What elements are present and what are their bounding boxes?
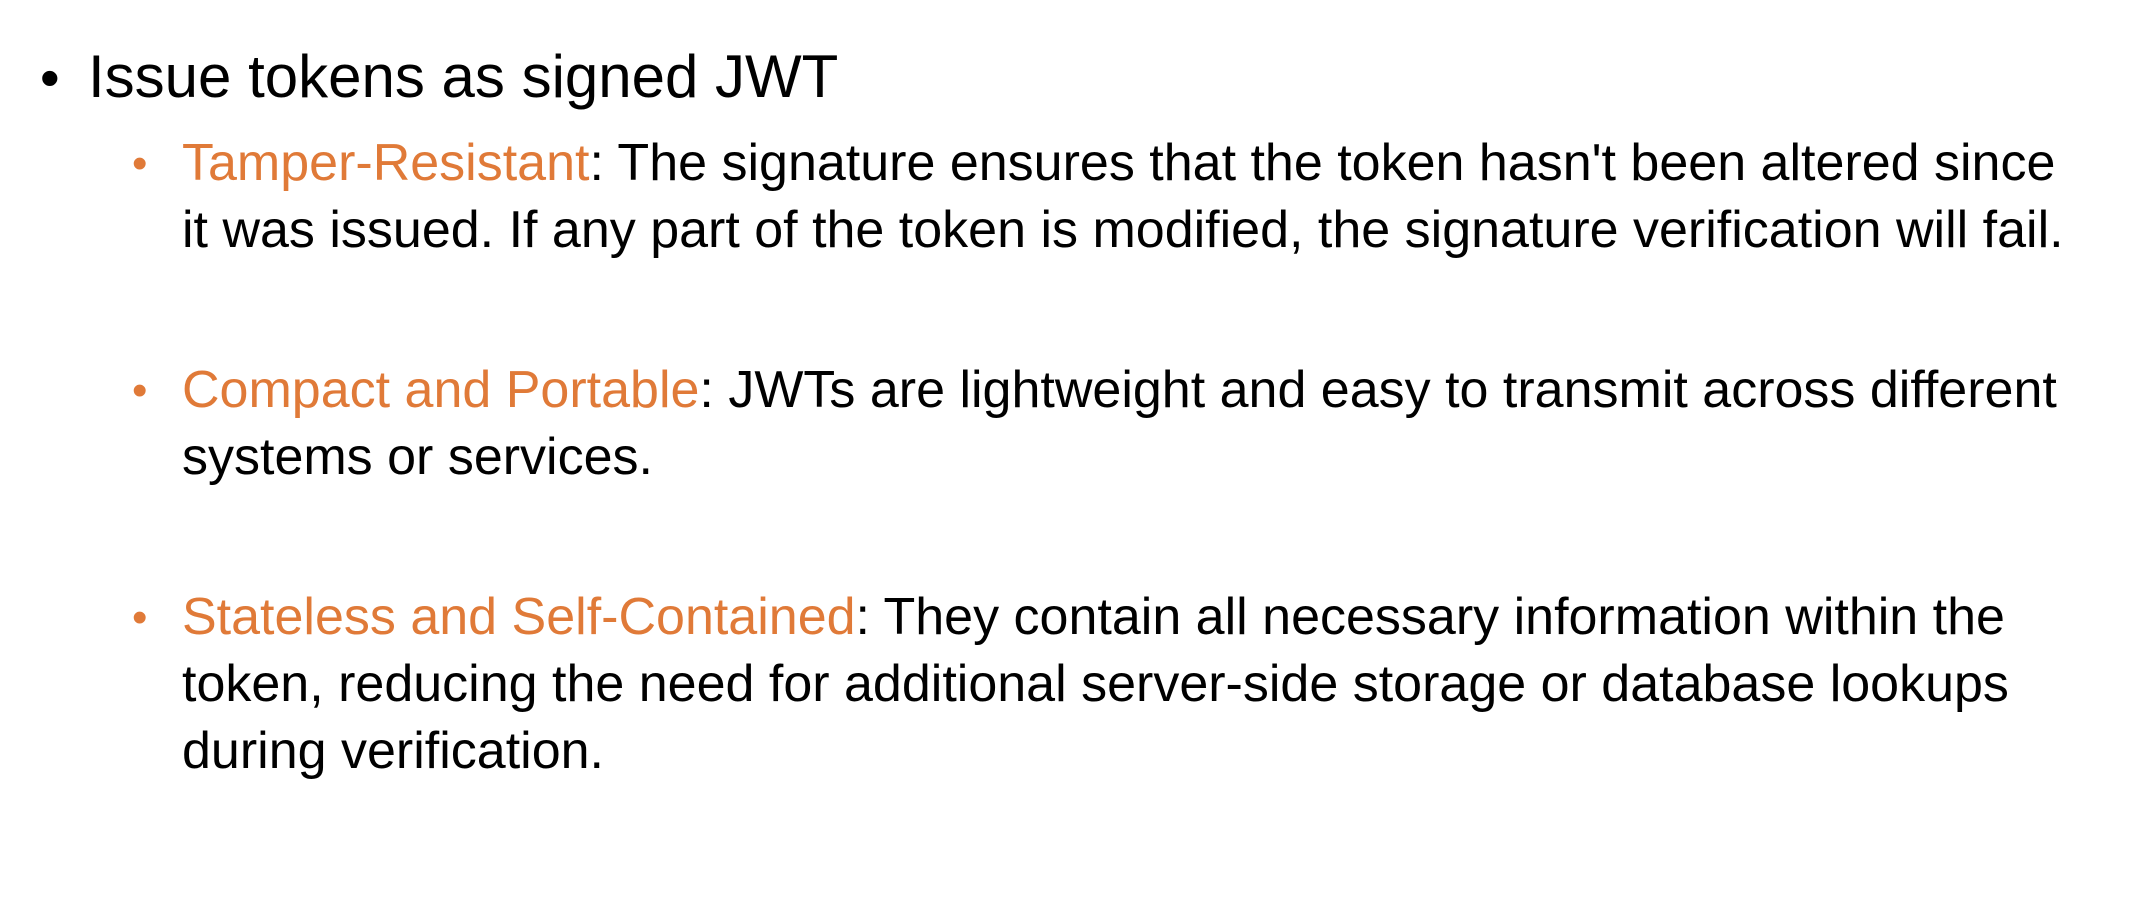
sub-bullet-stateless-self-contained: • Stateless and Self-Contained: They con…	[132, 584, 2092, 785]
main-bullet: • Issue tokens as signed JWT	[40, 42, 838, 113]
sub-bullet-list: • Tamper-Resistant: The signature ensure…	[132, 130, 2092, 785]
sub-bullet-icon: •	[132, 366, 148, 415]
main-bullet-text: Issue tokens as signed JWT	[88, 43, 839, 110]
sub-bullet-term: Compact and Portable	[182, 361, 700, 419]
sub-bullet-term: Stateless and Self-Contained	[182, 588, 856, 646]
sub-bullet-tamper-resistant: • Tamper-Resistant: The signature ensure…	[132, 130, 2092, 264]
sub-bullet-compact-portable: • Compact and Portable: JWTs are lightwe…	[132, 357, 2092, 491]
bullet-icon: •	[40, 46, 60, 109]
slide: • Issue tokens as signed JWT • Tamper-Re…	[0, 0, 2136, 912]
sub-bullet-icon: •	[132, 593, 148, 642]
sub-bullet-term: Tamper-Resistant	[182, 134, 590, 192]
sub-bullet-icon: •	[132, 139, 148, 188]
